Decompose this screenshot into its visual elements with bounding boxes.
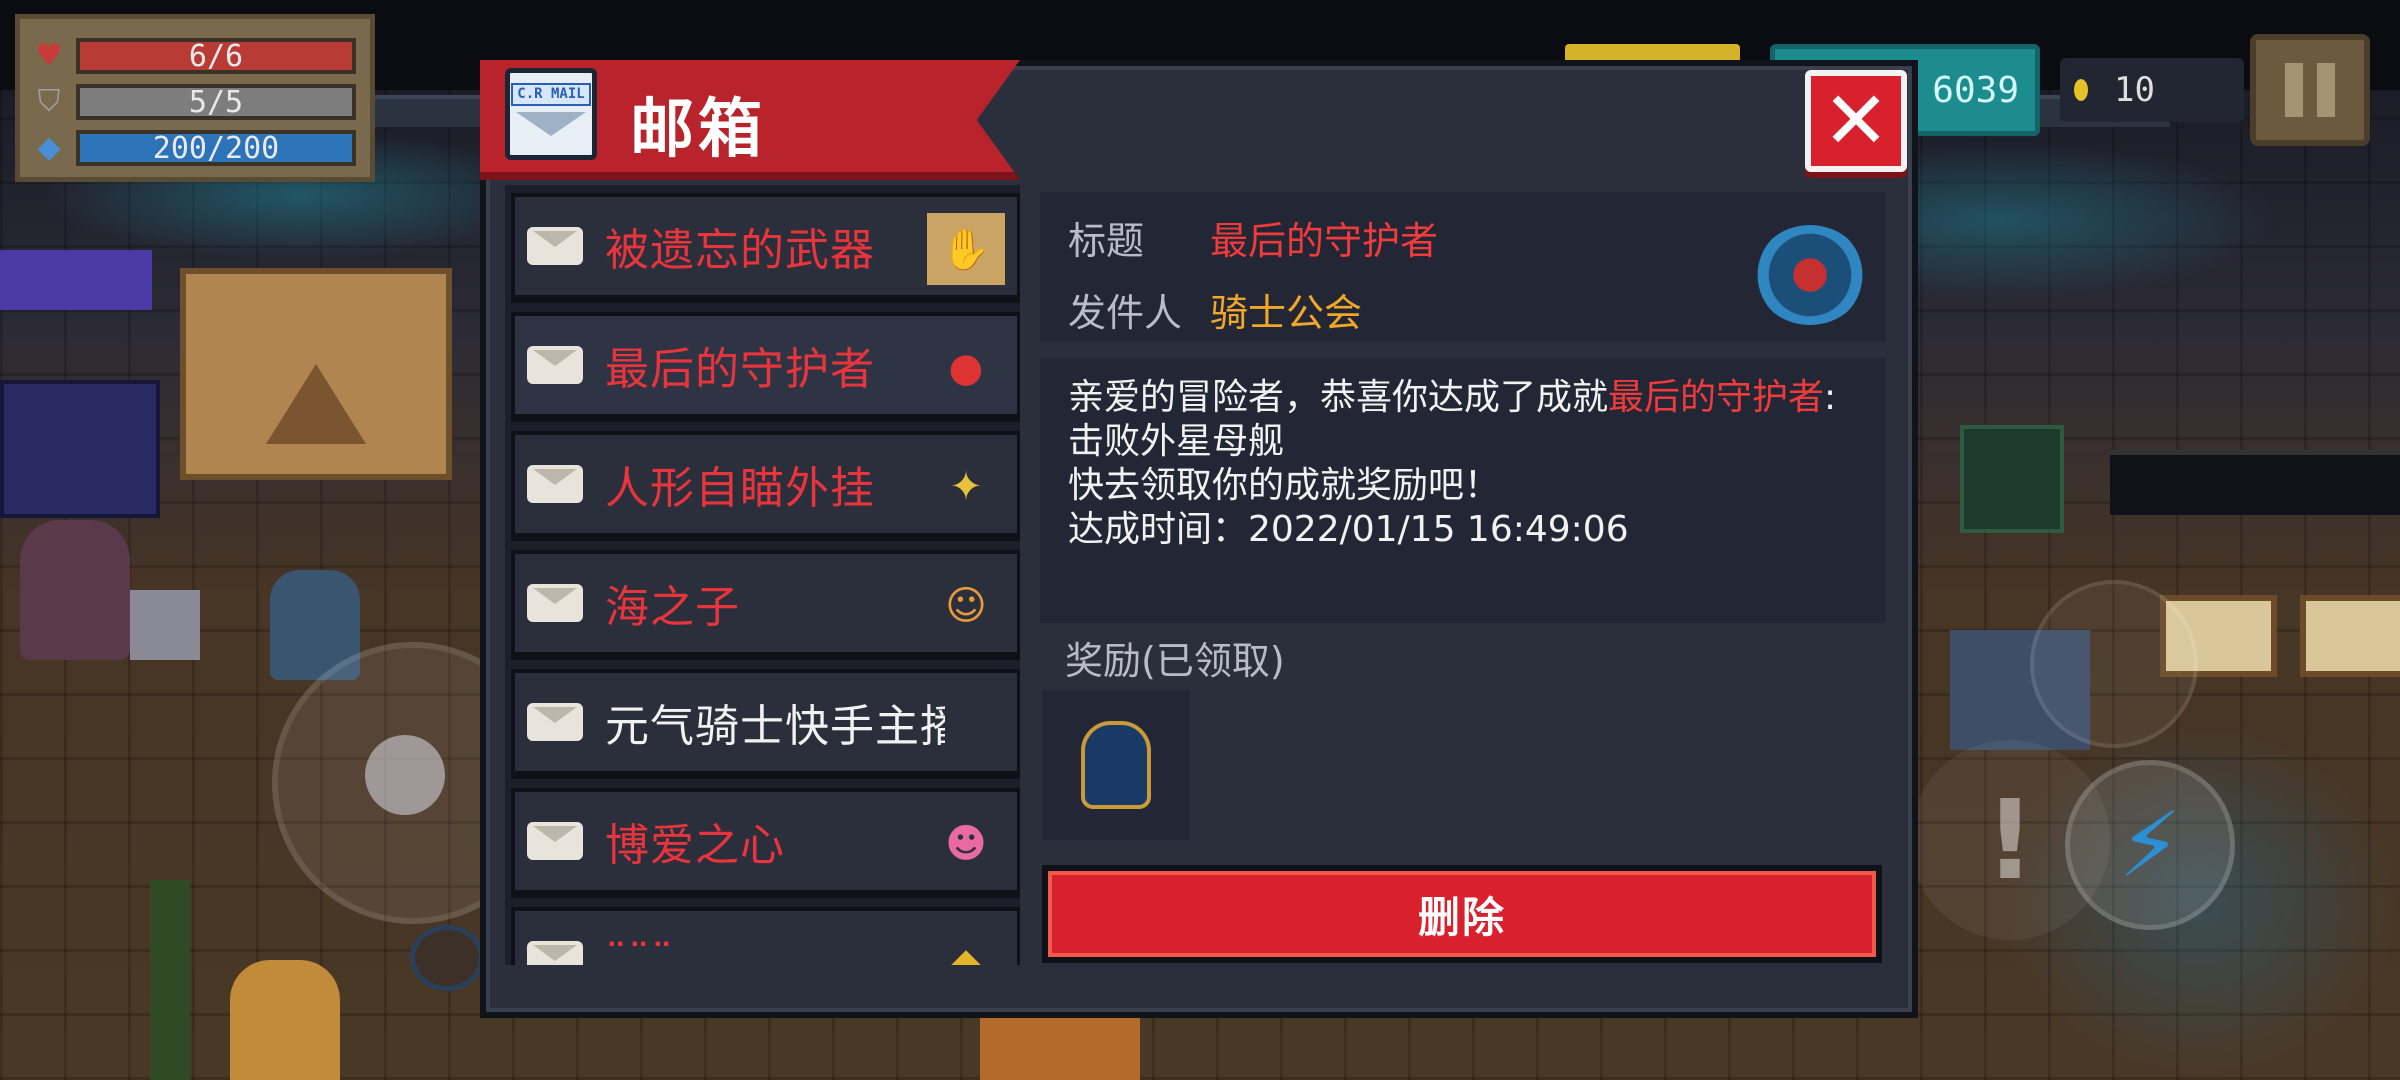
dialog-title: 邮箱 (630, 93, 766, 167)
player-character (230, 960, 340, 1080)
gold-icon: ◆ (950, 940, 982, 965)
envelope-icon (527, 346, 583, 384)
hp-text: 6/6 (188, 38, 244, 74)
reward-pet-icon (1081, 721, 1151, 809)
envelope-icon (527, 465, 583, 503)
close-icon: ✕ (1822, 74, 1890, 167)
mail-subject: 人形自瞄外挂 (605, 463, 875, 514)
mail-subject: 最后的守护者 (605, 344, 875, 395)
mail-list[interactable]: 被遗忘的武器 ✋ 最后的守护者 ● 人形自瞄外挂 ✦ 海之子 ☺ 元气骑士快手主播扌博爱之心 ☻ ¨… (505, 185, 1020, 965)
mail-list-item[interactable]: 博爱之心 ☻ (511, 788, 1020, 898)
envelope-icon (527, 822, 583, 860)
mail-list-item[interactable]: 元气骑士快手主播扌 (511, 669, 1020, 779)
mail-subject: 元气骑士快手主播扌 (605, 701, 945, 752)
envelope-icon (527, 584, 583, 622)
pot-decoration (410, 925, 484, 991)
coin-counter: 10 (2060, 58, 2244, 122)
plant-decoration (150, 880, 190, 1080)
energy-row: ◆ 200/200 (32, 125, 358, 171)
close-button[interactable]: ✕ (1805, 70, 1907, 172)
gems-value: 6039 (1932, 69, 2019, 111)
notice-board (2300, 595, 2400, 677)
pause-icon (2317, 63, 2335, 117)
coin-value: 10 (2114, 70, 2155, 110)
mail-subject: 博爱之心 (605, 820, 785, 871)
mail-title-value: 最后的守护者 (1210, 219, 1439, 263)
coin-icon (2074, 79, 2088, 101)
npc-robot (130, 590, 200, 660)
armor-row: ⛉ 5/5 (32, 79, 358, 125)
mail-list-item[interactable]: 海之子 ☺ (511, 550, 1020, 660)
envelope-icon (527, 227, 583, 265)
achievement-time: 达成时间：2022/01/15 16:49:06 (1068, 509, 1629, 550)
guardian-orb-icon: ● (948, 345, 984, 391)
mail-subject: 被遗忘的武器 (605, 225, 875, 276)
armor-text: 5/5 (188, 84, 244, 120)
heart-icon: ♥ (35, 38, 63, 73)
envelope-icon (527, 941, 583, 965)
mail-subject: ¨¨¨ (605, 934, 674, 966)
mail-body-line1: 亲爱的冒险者，恭喜你达成了成就最后的守护者:击败外星母舰 (1068, 376, 1858, 464)
mail-subject: 海之子 (605, 582, 740, 633)
pets-group-icon: ☻ (945, 821, 987, 867)
pause-icon (2285, 63, 2303, 117)
mail-stamp: C.R MAIL (511, 83, 591, 107)
pause-button[interactable] (2250, 34, 2370, 146)
hp-row: ♥ 6/6 (32, 33, 358, 79)
dungeon-wall (2110, 450, 2400, 515)
npc-character (980, 1010, 1140, 1080)
guardian-orb-icon (1755, 225, 1865, 325)
switch-weapon-button[interactable] (2030, 580, 2198, 748)
player-stats-panel: ♥ 6/6 ⛉ 5/5 ◆ 200/200 (15, 14, 375, 182)
reward-item-slot[interactable] (1042, 690, 1190, 840)
hp-bar: 6/6 (76, 38, 356, 74)
mailbox-icon: C.R MAIL (505, 68, 597, 160)
mail-list-item[interactable]: 被遗忘的武器 ✋ (511, 193, 1020, 303)
mail-list-item[interactable]: ¨¨¨ ◆ (511, 907, 1020, 965)
reward-label: 奖励(已领取) (1065, 639, 1285, 683)
sea-child-icon: ☺ (945, 583, 987, 629)
terminal-box (1960, 425, 2064, 533)
diamond-icon: ◆ (37, 130, 61, 165)
skill-button[interactable]: ⚡ (2065, 760, 2235, 930)
armor-bar: 5/5 (76, 84, 356, 120)
envelope-icon (527, 703, 583, 741)
attack-icon: ! (1984, 776, 2036, 904)
shield-icon: ⛉ (37, 84, 61, 119)
sender-label: 发件人 (1068, 291, 1183, 335)
shop-sign (0, 250, 152, 310)
delete-button[interactable]: 删除 (1042, 865, 1882, 963)
envelope-flap (516, 112, 586, 137)
egyptian-tapestry (180, 268, 452, 480)
sender-value: 骑士公会 (1210, 291, 1363, 335)
mail-body: 亲爱的冒险者，恭喜你达成了成就最后的守护者:击败外星母舰 快去领取你的成就奖励吧… (1040, 358, 1886, 623)
mail-list-item[interactable]: 最后的守护者 ● (511, 312, 1020, 422)
joystick-knob[interactable] (365, 735, 445, 815)
achievement-name: 最后的守护者 (1608, 377, 1825, 418)
mail-list-item[interactable]: 人形自瞄外挂 ✦ (511, 431, 1020, 541)
body-text: 亲爱的冒险者，恭喜你达成了成就 (1068, 377, 1609, 418)
title-label: 标题 (1068, 219, 1145, 263)
energy-bar: 200/200 (76, 130, 356, 166)
shop-shelf (0, 380, 160, 518)
npc-character (20, 520, 130, 660)
delete-label: 删除 (1417, 892, 1506, 942)
weapon-scroll-icon: ✋ (927, 213, 1005, 285)
energy-text: 200/200 (152, 130, 280, 166)
aimbot-robot-icon: ✦ (949, 464, 983, 510)
lightning-icon: ⚡ (2118, 792, 2182, 898)
mail-body-line2: 快去领取你的成就奖励吧！ (1068, 465, 1501, 506)
